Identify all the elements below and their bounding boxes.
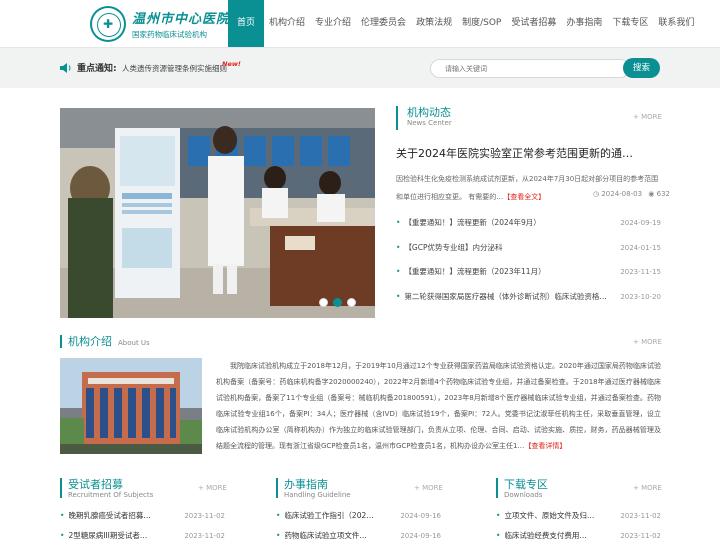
speaker-icon bbox=[60, 63, 71, 73]
new-badge: New! bbox=[222, 60, 241, 68]
download-more-link[interactable]: + MORE bbox=[633, 484, 662, 492]
recruit-title: 受试者招募 bbox=[68, 478, 123, 491]
eye-icon: ◉ bbox=[648, 190, 655, 198]
about-body: 我院临床试验机构成立于2018年12月，于2019年10月通过12个专业获得国家… bbox=[216, 362, 661, 450]
carousel-dot-2[interactable] bbox=[333, 298, 342, 307]
carousel-dot-1[interactable] bbox=[319, 298, 328, 307]
news-list-item[interactable]: 【重要通知！】流程更新（2023年11月）2023-11-15 bbox=[396, 260, 661, 285]
about-more-link[interactable]: + MORE bbox=[633, 338, 662, 346]
download-section-header: 下载专区 Downloads bbox=[496, 478, 548, 499]
main-nav: 首页 机构介绍 专业介绍 伦理委员会 政策法规 制度/SOP 受试者招募 办事指… bbox=[228, 0, 699, 47]
guide-title: 办事指南 bbox=[284, 478, 328, 491]
about-detail-link[interactable]: 【查看详情】 bbox=[524, 442, 566, 450]
news-list-item[interactable]: 第二轮获得国家局医疗器械（体外诊断试剂）临床试验资格…2023-10-20 bbox=[396, 285, 661, 310]
news-list-item[interactable]: 【GCP优势专业组】内分泌科2024-01-15 bbox=[396, 236, 661, 261]
notice-label: 重点通知: bbox=[77, 64, 117, 74]
news-views: 632 bbox=[656, 190, 670, 198]
nav-sop[interactable]: 制度/SOP bbox=[457, 0, 506, 47]
nav-contact[interactable]: 联系我们 bbox=[653, 0, 699, 47]
recruit-subtitle: Recruitment Of Subjects bbox=[68, 491, 154, 499]
nav-home[interactable]: 首页 bbox=[228, 0, 265, 47]
download-list-item[interactable]: 临床试验经费支付费用…2023-11-02 bbox=[496, 526, 661, 540]
guide-list-item[interactable]: 临床试验工作指引（202…2024-09-16 bbox=[276, 506, 441, 526]
recruit-list: 晚期乳腺癌受试者招募…2023-11-02 2型糖尿病III期受试者…2023-… bbox=[60, 506, 225, 540]
news-subtitle: News Center bbox=[407, 119, 452, 127]
carousel-photo[interactable] bbox=[60, 108, 375, 318]
recruit-list-item[interactable]: 2型糖尿病III期受试者…2023-11-02 bbox=[60, 526, 225, 540]
nav-policies[interactable]: 政策法规 bbox=[411, 0, 457, 47]
nav-specialties[interactable]: 专业介绍 bbox=[310, 0, 356, 47]
about-title: 机构介绍 bbox=[68, 335, 112, 348]
guide-subtitle: Handling Guideline bbox=[284, 491, 351, 499]
recruit-more-link[interactable]: + MORE bbox=[198, 484, 227, 492]
carousel-dot-3[interactable] bbox=[347, 298, 356, 307]
guide-section-header: 办事指南 Handling Guideline bbox=[276, 478, 351, 499]
about-section-header: 机构介绍 About Us bbox=[60, 335, 150, 348]
news-headline[interactable]: 关于2024年医院实验室正常参考范围更新的通… bbox=[396, 145, 633, 161]
download-list: 立项文件、原始文件及归…2023-11-02 临床试验经费支付费用…2023-1… bbox=[496, 506, 661, 540]
carousel-dots bbox=[319, 298, 356, 307]
news-list: 【重要通知！】流程更新（2024年9月）2024-09-19 【GCP优势专业组… bbox=[396, 211, 661, 309]
news-section-header: 机构动态 News Center bbox=[396, 106, 452, 130]
guide-list: 临床试验工作指引（202…2024-09-16 药物临床试验立项文件…2024-… bbox=[276, 506, 441, 540]
logo-hospital-name: 温州市中心医院 bbox=[131, 12, 230, 27]
nav-ethics-committee[interactable]: 伦理委员会 bbox=[356, 0, 411, 47]
guide-more-link[interactable]: + MORE bbox=[414, 484, 443, 492]
hospital-building-photo bbox=[60, 358, 202, 454]
nav-about[interactable]: 机构介绍 bbox=[264, 0, 310, 47]
nav-guide[interactable]: 办事指南 bbox=[561, 0, 607, 47]
news-title: 机构动态 bbox=[407, 106, 451, 119]
site-header: 温州市中心医院 国家药物临床试验机构 首页 机构介绍 专业介绍 伦理委员会 政策… bbox=[0, 0, 720, 48]
news-meta: ◷ 2024-08-03 ◉ 632 bbox=[593, 190, 670, 198]
search-button[interactable]: 搜索 bbox=[623, 58, 660, 78]
download-title: 下载专区 bbox=[504, 478, 548, 491]
read-more-link[interactable]: 【查看全文】 bbox=[503, 193, 545, 201]
news-date: 2024-08-03 bbox=[601, 190, 643, 198]
news-list-item[interactable]: 【重要通知！】流程更新（2024年9月）2024-09-19 bbox=[396, 211, 661, 236]
recruit-list-item[interactable]: 晚期乳腺癌受试者招募…2023-11-02 bbox=[60, 506, 225, 526]
about-subtitle: About Us bbox=[118, 339, 150, 347]
clock-icon: ◷ bbox=[593, 190, 600, 198]
nav-downloads[interactable]: 下载专区 bbox=[607, 0, 653, 47]
download-subtitle: Downloads bbox=[504, 491, 543, 499]
site-logo[interactable]: 温州市中心医院 国家药物临床试验机构 bbox=[90, 6, 230, 42]
download-list-item[interactable]: 立项文件、原始文件及归…2023-11-02 bbox=[496, 506, 661, 526]
guide-list-item[interactable]: 药物临床试验立项文件…2024-09-16 bbox=[276, 526, 441, 540]
news-summary: 因检验科生化免疫检测系统成试剂更新，从2024年7月30日起对部分项目的参考范围… bbox=[396, 170, 661, 206]
about-text: 我院临床试验机构成立于2018年12月，于2019年10月通过12个专业获得国家… bbox=[216, 358, 661, 454]
search-input[interactable] bbox=[430, 59, 630, 78]
nav-recruitment[interactable]: 受试者招募 bbox=[506, 0, 561, 47]
hospital-emblem-icon bbox=[90, 6, 126, 42]
notice-bar: 重点通知: 人类遗传资源管理条例实施细则 New! 搜索 bbox=[0, 48, 720, 88]
news-more-link[interactable]: + MORE bbox=[633, 113, 662, 121]
hospital-lobby-photo bbox=[60, 108, 375, 318]
notice-link[interactable]: 人类遗传资源管理条例实施细则 bbox=[122, 63, 227, 74]
logo-subtitle: 国家药物临床试验机构 bbox=[131, 30, 207, 39]
recruit-section-header: 受试者招募 Recruitment Of Subjects bbox=[60, 478, 153, 499]
